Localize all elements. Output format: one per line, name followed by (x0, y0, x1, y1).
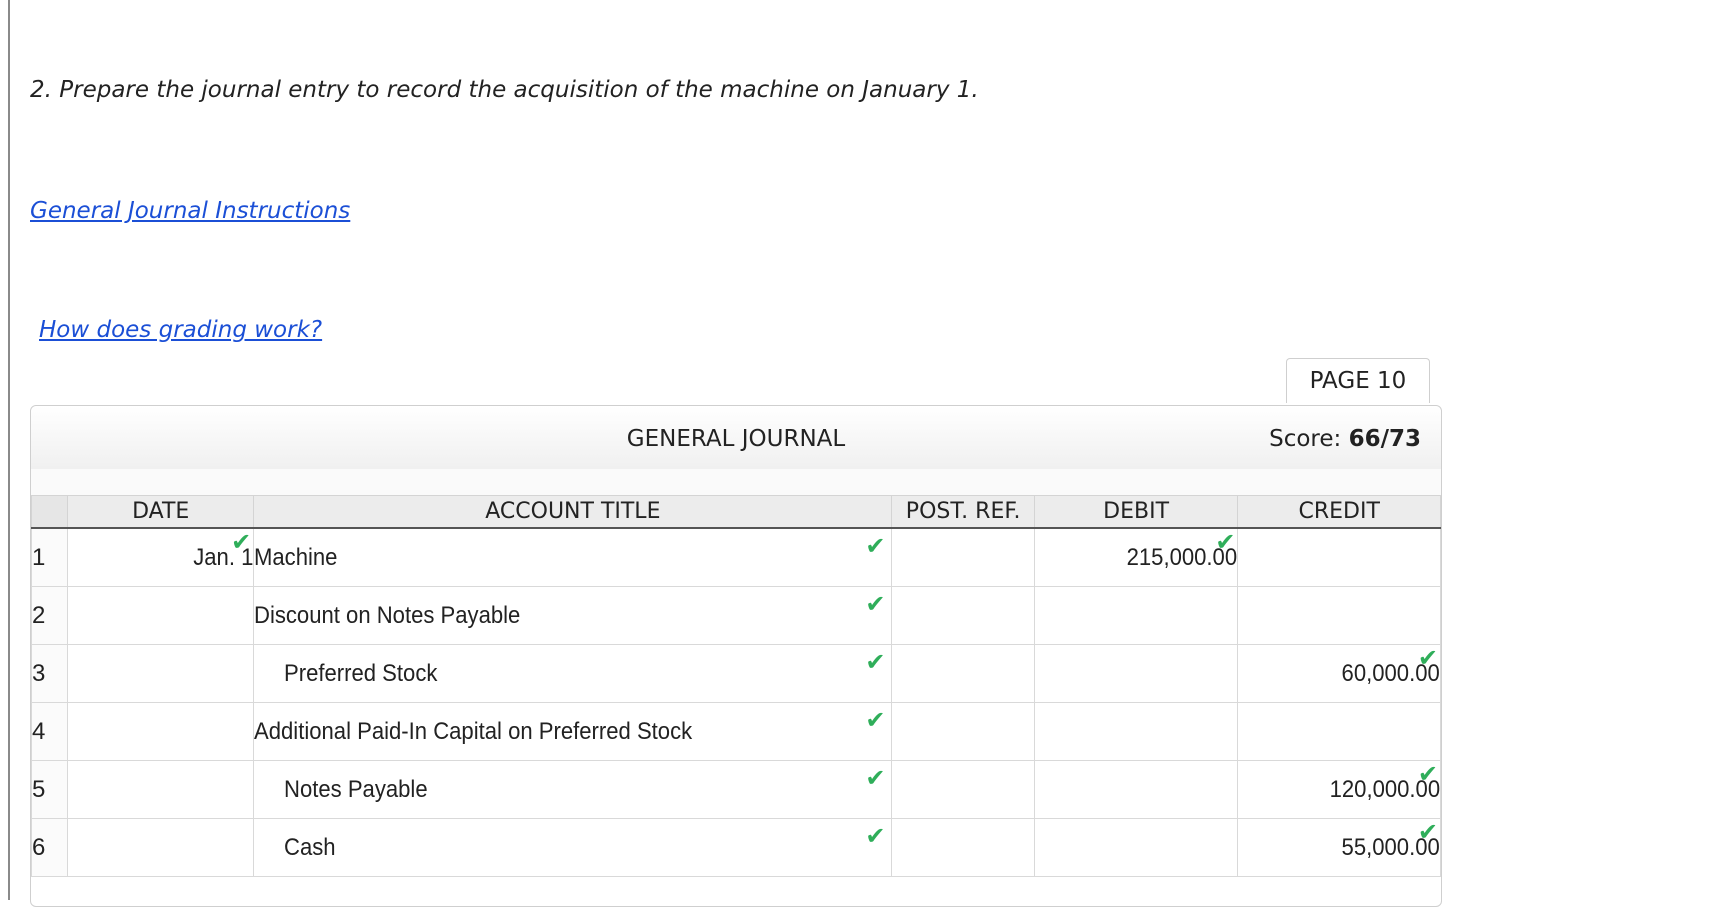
account-title-cell[interactable]: Discount on Notes Payable ✔ (253, 586, 893, 645)
debit-cell[interactable] (1033, 760, 1239, 819)
account-title-value: Additional Paid-In Capital on Preferred … (254, 717, 693, 745)
check-icon: ✔ (865, 649, 886, 676)
row-number: 4 (30, 702, 69, 761)
account-title-value: Machine (254, 543, 338, 571)
journal-row: 1 Jan. 1 ✔ Machine ✔ 215,000.00 ✔ (30, 527, 1441, 587)
date-cell[interactable] (67, 760, 255, 819)
post-ref-cell[interactable] (891, 702, 1035, 761)
check-icon: ✔ (865, 591, 886, 618)
row-number: 1 (30, 527, 69, 587)
question-text: 2. Prepare the journal entry to record t… (30, 77, 979, 103)
account-title-cell[interactable]: Additional Paid-In Capital on Preferred … (253, 702, 893, 761)
page-tab[interactable]: PAGE 10 (1286, 358, 1430, 403)
journal-header: GENERAL JOURNAL Score: 66/73 (31, 406, 1441, 470)
account-title-cell[interactable]: Cash ✔ (253, 818, 893, 877)
account-title-cell[interactable]: Preferred Stock ✔ (253, 644, 893, 703)
journal-body: 1 Jan. 1 ✔ Machine ✔ 215,000.00 ✔ 2 Discount on … (30, 527, 1441, 877)
debit-column-header: DEBIT (1033, 495, 1239, 529)
post-ref-cell[interactable] (891, 644, 1035, 703)
journal-row: 3 Preferred Stock ✔ 60,000.00 ✔ (30, 644, 1441, 703)
debit-cell[interactable] (1033, 702, 1239, 761)
account-title-value: Discount on Notes Payable (254, 601, 521, 629)
date-cell[interactable] (67, 818, 255, 877)
credit-cell[interactable]: 120,000.00 ✔ (1237, 760, 1441, 819)
score: Score: 66/73 (1269, 426, 1421, 452)
check-icon: ✔ (865, 823, 886, 850)
check-icon: ✔ (1417, 645, 1438, 672)
credit-cell[interactable]: 60,000.00 ✔ (1237, 644, 1441, 703)
account-title-value: Cash (284, 833, 336, 861)
post-ref-cell[interactable] (891, 527, 1035, 587)
score-label: Score: (1269, 426, 1342, 452)
check-icon: ✔ (1215, 529, 1236, 556)
journal-title: GENERAL JOURNAL (626, 426, 846, 452)
check-icon: ✔ (231, 529, 252, 556)
journal-row: 5 Notes Payable ✔ 120,000.00 ✔ (30, 760, 1441, 819)
row-number: 2 (30, 586, 69, 645)
account-title-cell[interactable]: Notes Payable ✔ (253, 760, 893, 819)
row-number: 6 (30, 818, 69, 877)
debit-cell[interactable]: 215,000.00 ✔ (1033, 527, 1239, 587)
check-icon: ✔ (865, 765, 886, 792)
grading-help-link[interactable]: How does grading work? (39, 317, 322, 343)
left-border (8, 0, 10, 900)
account-title-value: Notes Payable (284, 775, 428, 803)
general-journal-panel: GENERAL JOURNAL Score: 66/73 DATE ACCOUN… (30, 405, 1442, 907)
score-value: 66/73 (1348, 426, 1421, 452)
row-number-header (30, 495, 69, 529)
row-number: 3 (30, 644, 69, 703)
check-icon: ✔ (1417, 819, 1438, 846)
credit-cell[interactable] (1237, 702, 1441, 761)
credit-cell[interactable]: 55,000.00 ✔ (1237, 818, 1441, 877)
post-ref-cell[interactable] (891, 760, 1035, 819)
post-ref-cell[interactable] (891, 586, 1035, 645)
journal-row: 6 Cash ✔ 55,000.00 ✔ (30, 818, 1441, 877)
credit-cell[interactable] (1237, 586, 1441, 645)
check-icon: ✔ (865, 707, 886, 734)
check-icon: ✔ (1417, 761, 1438, 788)
account-title-column-header: ACCOUNT TITLE (253, 495, 893, 529)
account-title-value: Preferred Stock (284, 659, 438, 687)
credit-cell[interactable] (1237, 527, 1441, 587)
date-cell[interactable] (67, 702, 255, 761)
date-column-header: DATE (67, 495, 255, 529)
debit-cell[interactable] (1033, 586, 1239, 645)
general-journal-instructions-link[interactable]: General Journal Instructions (30, 198, 350, 224)
journal-header-row: DATE ACCOUNT TITLE POST. REF. DEBIT CRED… (30, 495, 1441, 529)
post-ref-column-header: POST. REF. (891, 495, 1035, 529)
journal-row: 2 Discount on Notes Payable ✔ (30, 586, 1441, 645)
date-cell[interactable]: Jan. 1 ✔ (67, 527, 255, 587)
debit-cell[interactable] (1033, 818, 1239, 877)
journal-row: 4 Additional Paid-In Capital on Preferred… (30, 702, 1441, 761)
row-number: 5 (30, 760, 69, 819)
debit-cell[interactable] (1033, 644, 1239, 703)
date-cell[interactable] (67, 644, 255, 703)
check-icon: ✔ (865, 533, 886, 560)
account-title-cell[interactable]: Machine ✔ (253, 527, 893, 587)
journal-table: DATE ACCOUNT TITLE POST. REF. DEBIT CRED… (30, 495, 1441, 877)
credit-column-header: CREDIT (1237, 495, 1441, 529)
date-cell[interactable] (67, 586, 255, 645)
header-spacer (31, 469, 1441, 496)
post-ref-cell[interactable] (891, 818, 1035, 877)
